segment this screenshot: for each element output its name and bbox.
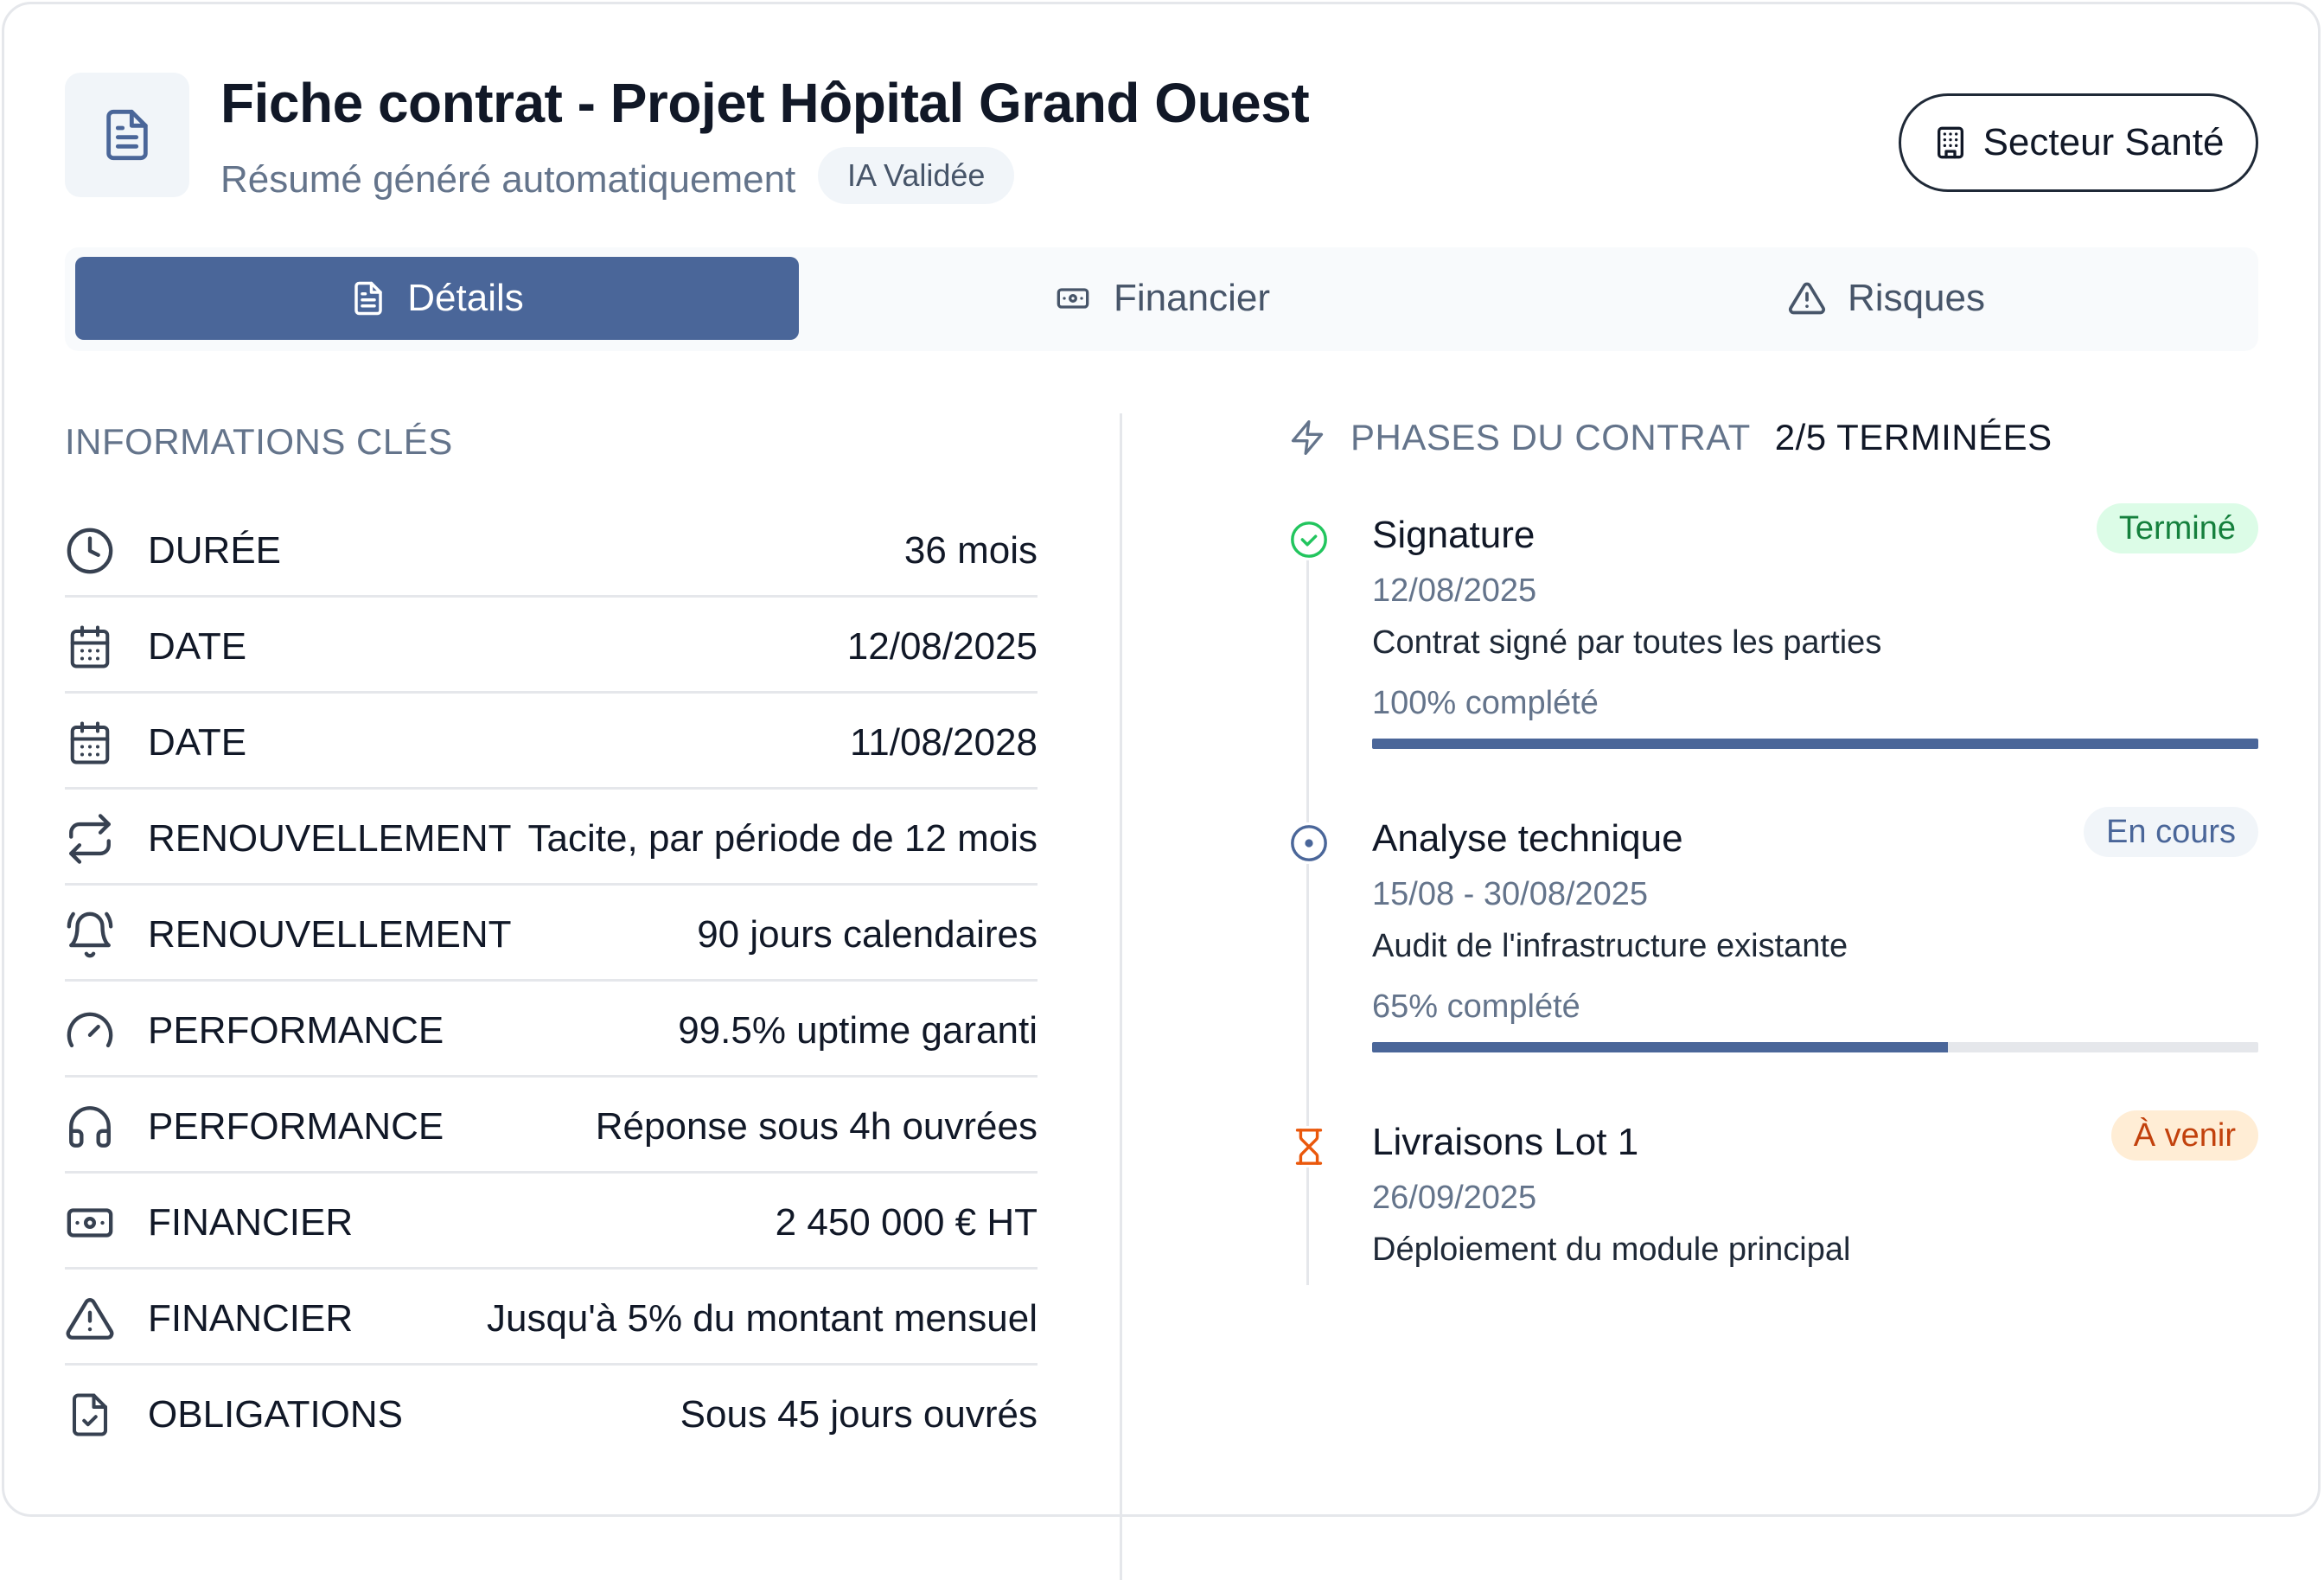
info-row-renouvellement-preavis: RENOUVELLEMENT 90 jours calendaires [65,886,1038,982]
phase-name: Analyse technique [1372,817,1683,860]
info-label: DURÉE [148,529,282,572]
banknote-icon [65,1198,115,1248]
info-row-renouvellement-type: RENOUVELLEMENT Tacite, par période de 12… [65,790,1038,886]
document-tile [65,73,189,197]
sector-button[interactable]: Secteur Santé [1899,93,2258,192]
tab-risques-label: Risques [1848,277,1985,319]
info-value: 11/08/2028 [850,721,1038,764]
phase-description: Audit de l'infrastructure existante [1372,928,1848,964]
info-list: DURÉE 36 mois DATE 12/08/2025 DATE 11/08… [65,502,1038,1462]
progress-bar [1372,739,2258,749]
phase-description: Déploiement du module principal [1372,1231,1851,1268]
ia-validated-badge: IA Validée [818,147,1015,204]
sector-button-label: Secteur Santé [1982,121,2225,163]
info-value: Réponse sous 4h ouvrées [595,1105,1038,1148]
info-section-title: INFORMATIONS CLÉS [65,421,453,462]
phase-name: Signature [1372,514,1536,556]
hourglass-icon [1288,1126,1330,1167]
phase-progress-label: 100% complété [1372,685,1599,721]
info-value: 12/08/2025 [846,625,1038,668]
clock-icon [65,526,115,576]
info-row-date-start: DATE 12/08/2025 [65,598,1038,694]
phase-name: Livraisons Lot 1 [1372,1121,1639,1163]
info-value: Jusqu'à 5% du montant mensuel [486,1297,1038,1340]
building-icon [1937,126,1963,159]
dot-circle-icon [1288,822,1330,864]
gauge-icon [65,1006,115,1056]
info-row-duree: DURÉE 36 mois [65,502,1038,598]
info-value: 36 mois [903,529,1038,572]
calendar-icon [65,718,115,768]
info-value: Sous 45 jours ouvrés [680,1393,1038,1436]
status-badge: En cours [2084,807,2258,857]
status-badge: Terminé [2096,503,2258,553]
info-label: DATE [148,625,247,668]
warning-icon [65,1294,115,1344]
tab-risques[interactable]: Risques [1524,257,2248,340]
column-divider [1120,413,1122,1580]
info-row-financier-montant: FINANCIER 2 450 000 € HT [65,1174,1038,1270]
headphones-icon [65,1102,115,1152]
document-icon [106,109,148,161]
info-label: PERFORMANCE [148,1009,444,1052]
tab-details[interactable]: Détails [75,257,799,340]
lightning-icon [1291,420,1324,455]
calendar-icon [65,622,115,672]
info-row-date-end: DATE 11/08/2028 [65,694,1038,790]
phase-date: 15/08 - 30/08/2025 [1372,876,1649,912]
info-value: 90 jours calendaires [697,913,1038,956]
file-check-icon [65,1390,115,1440]
tab-financier[interactable]: Financier [800,257,1523,340]
tab-financier-label: Financier [1114,277,1270,319]
phase-progress-label: 65% complété [1372,988,1580,1025]
phases-section-title: PHASES DU CONTRAT [1350,417,1751,457]
info-label: FINANCIER [148,1297,354,1340]
phase-date: 12/08/2025 [1372,573,1537,609]
info-value: 99.5% uptime garanti [678,1009,1038,1052]
page-title: Fiche contrat - Projet Hôpital Grand Oue… [220,72,1310,134]
info-row-obligations: OBLIGATIONS Sous 45 jours ouvrés [65,1366,1038,1462]
progress-bar [1372,1042,2258,1052]
phases-count: 2/5 TERMINÉES [1774,417,2053,457]
info-value: Tacite, par période de 12 mois [527,817,1038,860]
phase-description: Contrat signé par toutes les parties [1372,624,1882,661]
info-label: FINANCIER [148,1201,354,1244]
info-label: PERFORMANCE [148,1105,444,1148]
warning-icon [1789,282,1826,315]
check-circle-icon [1288,519,1330,560]
info-row-performance-uptime: PERFORMANCE 99.5% uptime garanti [65,982,1038,1078]
repeat-icon [65,814,115,864]
status-badge: À venir [2110,1110,2258,1161]
banknote-icon [1057,288,1089,309]
info-value: 2 450 000 € HT [775,1201,1038,1244]
alarm-icon [65,910,115,960]
info-row-financier-penalites: FINANCIER Jusqu'à 5% du montant mensuel [65,1270,1038,1366]
phases-header: PHASES DU CONTRAT 2/5 TERMINÉES [1288,417,2053,458]
info-label: OBLIGATIONS [148,1393,404,1436]
timeline-line [1306,536,1309,1285]
progress-bar-fill [1372,739,2258,749]
tab-details-label: Détails [407,277,524,319]
phase-date: 26/09/2025 [1372,1180,1537,1216]
info-row-performance-support: PERFORMANCE Réponse sous 4h ouvrées [65,1078,1038,1174]
progress-bar-fill [1372,1042,1949,1052]
page-subtitle: Résumé généré automatiquement [220,158,796,201]
document-icon [354,281,382,316]
tab-bar: Détails Financier Risques [65,247,2258,351]
info-label: DATE [148,721,247,764]
info-label: RENOUVELLEMENT [148,817,512,860]
info-label: RENOUVELLEMENT [148,913,512,956]
